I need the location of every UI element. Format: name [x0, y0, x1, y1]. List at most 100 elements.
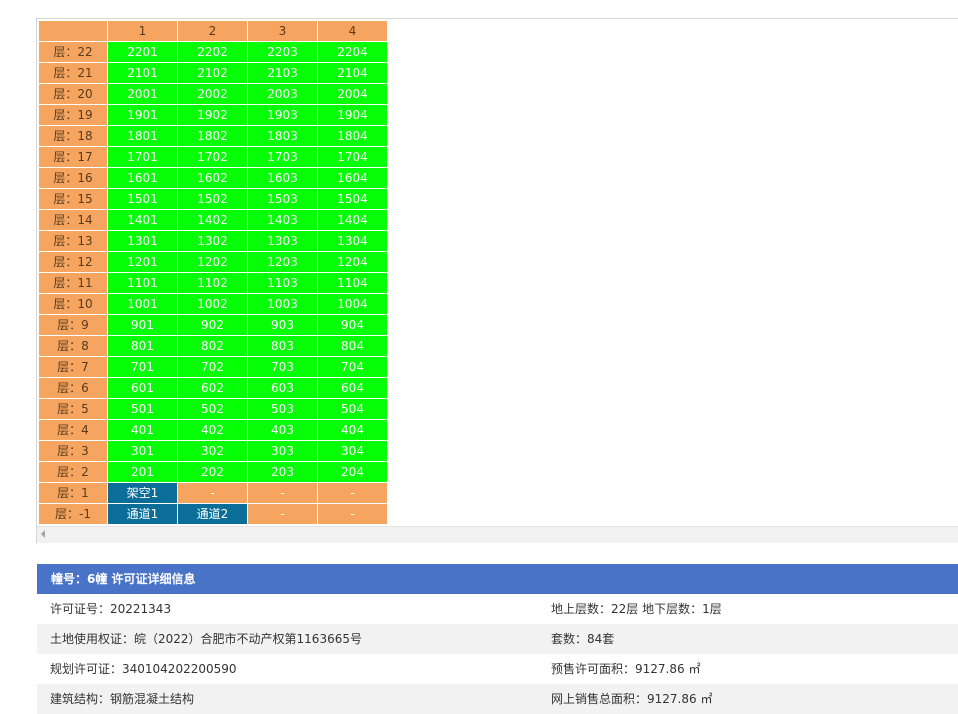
unit-cell[interactable]: 1604 — [317, 167, 388, 189]
header-corner — [38, 20, 108, 42]
unit-cell[interactable]: 2102 — [177, 62, 248, 84]
unit-cell[interactable]: 201 — [107, 461, 178, 483]
unit-cell[interactable]: 2201 — [107, 41, 178, 63]
unit-cell[interactable]: 904 — [317, 314, 388, 336]
unit-cell[interactable]: 通道2 — [177, 503, 248, 525]
unit-cell[interactable]: 1501 — [107, 188, 178, 210]
empty-unit-cell: - — [317, 503, 388, 525]
unit-cell[interactable]: 604 — [317, 377, 388, 399]
unit-cell[interactable]: 503 — [247, 398, 318, 420]
table-header-row: 1234 — [38, 20, 388, 42]
unit-cell[interactable]: 通道1 — [107, 503, 178, 525]
unit-cell[interactable]: 1104 — [317, 272, 388, 294]
unit-cell[interactable]: 501 — [107, 398, 178, 420]
floor-label: 层：8 — [38, 335, 108, 357]
unit-cell[interactable]: 802 — [177, 335, 248, 357]
unit-cell[interactable]: 2204 — [317, 41, 388, 63]
unit-cell[interactable]: 304 — [317, 440, 388, 462]
horizontal-scrollbar[interactable] — [37, 526, 958, 543]
scroll-left-arrow-icon[interactable] — [41, 530, 45, 538]
unit-cell[interactable]: 202 — [177, 461, 248, 483]
unit-cell[interactable]: 1202 — [177, 251, 248, 273]
unit-cell[interactable]: 1804 — [317, 125, 388, 147]
unit-cell[interactable]: 301 — [107, 440, 178, 462]
unit-cell[interactable]: 1504 — [317, 188, 388, 210]
unit-cell[interactable]: 804 — [317, 335, 388, 357]
unit-cell[interactable]: 1902 — [177, 104, 248, 126]
floor-row: 层：19 1901 1902 1903 1904 — [38, 104, 388, 126]
unit-cell[interactable]: 2003 — [247, 83, 318, 105]
unit-cell[interactable]: 1003 — [247, 293, 318, 315]
unit-cell[interactable]: 1203 — [247, 251, 318, 273]
unit-cell[interactable]: 901 — [107, 314, 178, 336]
unit-cell[interactable]: 2203 — [247, 41, 318, 63]
empty-unit-cell: - — [177, 482, 248, 504]
unit-cell[interactable]: 1302 — [177, 230, 248, 252]
unit-cell[interactable]: 702 — [177, 356, 248, 378]
floor-label: 层：18 — [38, 125, 108, 147]
unit-cell[interactable]: 2104 — [317, 62, 388, 84]
unit-cell[interactable]: 1403 — [247, 209, 318, 231]
unit-cell[interactable]: 703 — [247, 356, 318, 378]
unit-cell[interactable]: 903 — [247, 314, 318, 336]
unit-cell[interactable]: 1001 — [107, 293, 178, 315]
unit-cell[interactable]: 2101 — [107, 62, 178, 84]
floor-row: 层：14 1401 1402 1403 1404 — [38, 209, 388, 231]
unit-cell[interactable]: 2004 — [317, 83, 388, 105]
unit-cell[interactable]: 1204 — [317, 251, 388, 273]
unit-cell[interactable]: 402 — [177, 419, 248, 441]
unit-cell[interactable]: 1303 — [247, 230, 318, 252]
unit-cell[interactable]: 1503 — [247, 188, 318, 210]
unit-cell[interactable]: 203 — [247, 461, 318, 483]
unit-cell[interactable]: 1702 — [177, 146, 248, 168]
unit-cell[interactable]: 1603 — [247, 167, 318, 189]
floor-row: 层：11 1101 1102 1103 1104 — [38, 272, 388, 294]
unit-cell[interactable]: 1704 — [317, 146, 388, 168]
unit-cell[interactable]: 204 — [317, 461, 388, 483]
unit-cell[interactable]: 1502 — [177, 188, 248, 210]
unit-cell[interactable]: 1401 — [107, 209, 178, 231]
unit-cell[interactable]: 302 — [177, 440, 248, 462]
empty-unit-cell: - — [317, 482, 388, 504]
unit-cell[interactable]: 1103 — [247, 272, 318, 294]
unit-cell[interactable]: 1803 — [247, 125, 318, 147]
unit-cell[interactable]: 602 — [177, 377, 248, 399]
unit-cell[interactable]: 1903 — [247, 104, 318, 126]
unit-cell[interactable]: 803 — [247, 335, 318, 357]
unit-cell[interactable]: 1602 — [177, 167, 248, 189]
unit-cell[interactable]: 603 — [247, 377, 318, 399]
unit-cell[interactable]: 1004 — [317, 293, 388, 315]
unit-cell[interactable]: 1703 — [247, 146, 318, 168]
unit-cell[interactable]: 403 — [247, 419, 318, 441]
unit-cell[interactable]: 1304 — [317, 230, 388, 252]
unit-cell[interactable]: 1801 — [107, 125, 178, 147]
unit-cell[interactable]: 1802 — [177, 125, 248, 147]
unit-cell[interactable]: 1904 — [317, 104, 388, 126]
unit-cell[interactable]: 701 — [107, 356, 178, 378]
unit-cell[interactable]: 1201 — [107, 251, 178, 273]
unit-cell[interactable]: 2202 — [177, 41, 248, 63]
unit-cell[interactable]: 504 — [317, 398, 388, 420]
floor-row: 层：22 2201 2202 2203 2204 — [38, 41, 388, 63]
unit-cell[interactable]: 1101 — [107, 272, 178, 294]
unit-cell[interactable]: 303 — [247, 440, 318, 462]
unit-cell[interactable]: 2002 — [177, 83, 248, 105]
unit-cell[interactable]: 1901 — [107, 104, 178, 126]
unit-cell[interactable]: 1601 — [107, 167, 178, 189]
unit-cell[interactable]: 1402 — [177, 209, 248, 231]
unit-cell[interactable]: 801 — [107, 335, 178, 357]
unit-cell[interactable]: 502 — [177, 398, 248, 420]
unit-cell[interactable]: 2103 — [247, 62, 318, 84]
unit-cell[interactable]: 1301 — [107, 230, 178, 252]
unit-cell[interactable]: 1701 — [107, 146, 178, 168]
unit-cell[interactable]: 902 — [177, 314, 248, 336]
unit-cell[interactable]: 704 — [317, 356, 388, 378]
unit-cell[interactable]: 1102 — [177, 272, 248, 294]
unit-cell[interactable]: 1002 — [177, 293, 248, 315]
unit-cell[interactable]: 1404 — [317, 209, 388, 231]
unit-cell[interactable]: 401 — [107, 419, 178, 441]
unit-cell[interactable]: 架空1 — [107, 482, 178, 504]
unit-cell[interactable]: 404 — [317, 419, 388, 441]
unit-cell[interactable]: 601 — [107, 377, 178, 399]
unit-cell[interactable]: 2001 — [107, 83, 178, 105]
